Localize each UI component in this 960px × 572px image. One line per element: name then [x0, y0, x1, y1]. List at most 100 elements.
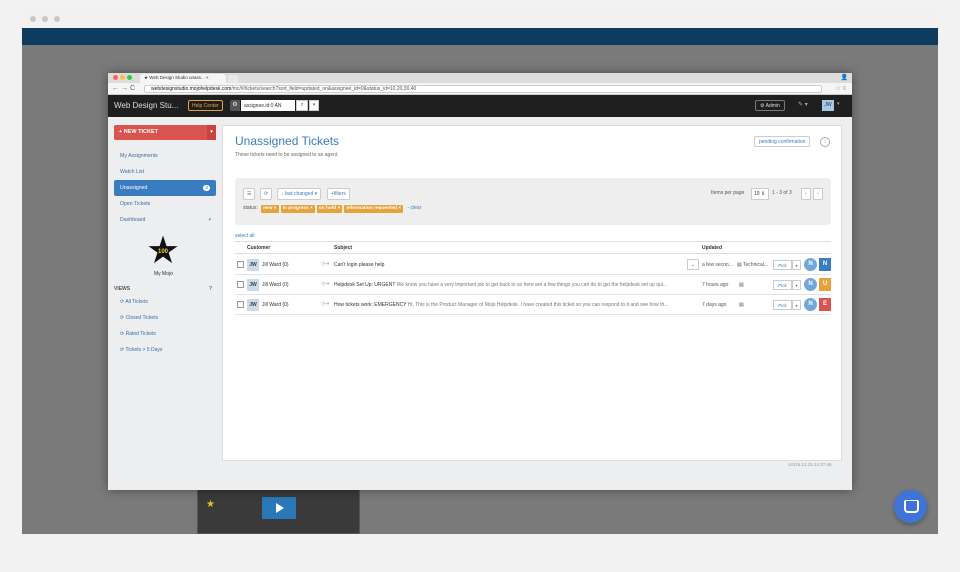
sidebar-item-unassigned[interactable]: Unassigned 3 [114, 180, 216, 196]
sidebar-item-open-tickets[interactable]: Open Tickets [114, 196, 216, 212]
sidebar-item-my-assignments[interactable]: My Assignments [114, 148, 216, 164]
help-center-button[interactable]: Help Center [188, 100, 223, 111]
table-row[interactable]: JW Jill Ward (0) ◷➔ How tickets work: EM… [235, 295, 831, 315]
chevron-down-icon[interactable]: ▾ [792, 280, 801, 290]
help-icon[interactable]: ? [209, 284, 212, 294]
status-tag-in-progress[interactable]: in progress × [280, 205, 315, 213]
address-bar[interactable]: webdesignstudio.mojohelpdesk.com/mc/#/ti… [144, 85, 822, 93]
main-panel: Unassigned Tickets These tickets need to… [222, 125, 842, 461]
view-rated-tickets[interactable]: ⟳ Rated Tickets [114, 326, 216, 342]
table-row[interactable]: JW Jill Ward (0) ◷➔ Helpdesk Set Up: URG… [235, 275, 831, 295]
add-filter-button[interactable]: +filters [327, 188, 350, 200]
reload-icon[interactable]: C [130, 85, 137, 92]
browser-tab-strip: ★ Web Design Studio unass... × 👤 [108, 73, 852, 83]
browser-user-icon[interactable]: 👤 [841, 74, 848, 81]
brand-name[interactable]: Web Design Stu... [114, 101, 178, 110]
admin-button[interactable]: ⚙ Admin [755, 100, 785, 111]
column-customer[interactable]: Customer [247, 245, 270, 251]
items-per-page-value: 10 [754, 191, 760, 197]
customer-name[interactable]: Jill Ward (0) [262, 282, 288, 288]
star-icon: ★ [206, 499, 215, 510]
chevron-down-icon[interactable]: ▾ [792, 300, 801, 310]
chevron-down-icon[interactable]: ⌄ [687, 259, 699, 270]
select-all-link[interactable]: select all [235, 233, 254, 239]
customer-avatar: JW [247, 279, 259, 291]
close-window-button[interactable] [113, 75, 118, 80]
assignee-avatar[interactable]: N [804, 298, 817, 311]
list-view-icon[interactable]: ☰ [243, 188, 256, 200]
version-label: v2015.12.15.14.37.46 [788, 462, 832, 467]
refresh-icon[interactable]: ⟳ [260, 188, 273, 200]
window-controls [113, 75, 134, 82]
info-icon[interactable]: i [820, 137, 830, 147]
view-label: Rated Tickets [125, 331, 156, 337]
row-checkbox[interactable] [237, 281, 244, 288]
subject-text: How tickets work: EMERGENCY [334, 302, 407, 308]
chat-icon[interactable] [894, 490, 927, 523]
ticket-subject[interactable]: Helpdesk Set Up: URGENT We know you have… [334, 282, 696, 288]
ticket-subject[interactable]: Can't login please help [334, 262, 684, 268]
ticket-subject[interactable]: How tickets work: EMERGENCY Hi, This is … [334, 302, 696, 308]
count-badge: 3 [203, 185, 210, 191]
url-host: webdesignstudio.mojohelpdesk.com [151, 86, 232, 92]
browser-toolbar: ←→C webdesignstudio.mojohelpdesk.com/mc/… [108, 83, 852, 95]
wrench-icon[interactable]: ✎ ▾ [798, 101, 808, 108]
tab-title: Web Design Studio unass... [149, 75, 205, 80]
gear-icon[interactable]: ⚙ [230, 100, 240, 111]
avatar[interactable]: JW [822, 100, 834, 111]
back-arrow-icon[interactable]: ← [112, 85, 121, 92]
app-header: Web Design Stu... Help Center ⚙ ⌕ ▾ ⚙ Ad… [108, 95, 852, 117]
browser-tab[interactable]: ★ Web Design Studio unass... × [140, 74, 226, 83]
calendar-icon: ▤ [739, 282, 744, 288]
row-checkbox[interactable] [237, 301, 244, 308]
chevron-down-icon[interactable]: ▾ [309, 100, 319, 111]
status-label: status: [243, 205, 258, 211]
status-tag-new[interactable]: new × [261, 205, 279, 213]
chevron-down-icon[interactable]: ▾ [207, 125, 216, 140]
sidebar-item-dashboard[interactable]: Dashboard ▾ [114, 212, 216, 228]
customer-name[interactable]: Jill Ward (0) [262, 262, 288, 268]
search-icon[interactable]: ⌕ [296, 100, 308, 111]
sidebar: + NEW TICKET ▾ My Assignments Watch List … [114, 125, 216, 358]
status-tag-information-requested[interactable]: information requested × [344, 205, 404, 213]
items-per-page-select[interactable]: 10 ⇕ [751, 188, 769, 200]
play-icon [262, 497, 296, 519]
assignee-avatar[interactable]: N [804, 278, 817, 291]
prev-page-button[interactable]: ‹ [801, 188, 811, 200]
next-page-button[interactable]: › [813, 188, 823, 200]
page-subtitle: These tickets need to be assigned to an … [235, 152, 339, 158]
sort-dropdown[interactable]: ↓ last changed ▾ [277, 188, 322, 200]
maximize-window-button[interactable] [127, 75, 132, 80]
view-closed-tickets[interactable]: ⟳ Closed Tickets [114, 310, 216, 326]
pick-button[interactable]: Pick [773, 260, 792, 270]
column-updated[interactable]: Updated [702, 245, 722, 251]
pick-button[interactable]: Pick [773, 300, 792, 310]
forward-arrow-icon[interactable]: → [121, 85, 130, 92]
table-header: Customer Subject Updated [235, 241, 831, 254]
column-subject[interactable]: Subject [334, 245, 352, 251]
nav-buttons[interactable]: ←→C [112, 85, 137, 92]
assignee-avatar[interactable]: N [804, 258, 817, 271]
pending-confirmation-button[interactable]: pending confirmation [754, 136, 811, 147]
subject-text: Helpdesk Set Up: URGENT [334, 282, 396, 288]
views-heading-label: VIEWS [114, 286, 131, 292]
minimize-window-button[interactable] [120, 75, 125, 80]
table-row[interactable]: JW Jill Ward (0) ◷➔ Can't login please h… [235, 255, 831, 275]
bookmark-star-icon[interactable]: ☆ ≡ [835, 85, 846, 92]
row-checkbox[interactable] [237, 261, 244, 268]
status-tag-on-hold[interactable]: on hold × [316, 205, 343, 213]
customer-name[interactable]: Jill Ward (0) [262, 302, 288, 308]
chevron-down-icon[interactable]: ▾ [792, 260, 801, 270]
category-label: Technical... [743, 262, 769, 268]
pick-button[interactable]: Pick [773, 280, 792, 290]
sidebar-item-watch-list[interactable]: Watch List [114, 164, 216, 180]
view-tickets-5-days[interactable]: ⟳ Tickets > 5 Days [114, 342, 216, 358]
new-tab-button[interactable] [228, 75, 238, 83]
customer-avatar: JW [247, 259, 259, 271]
clear-filters-link[interactable]: - clear [407, 205, 421, 211]
customer-avatar: JW [247, 299, 259, 311]
search-input[interactable] [241, 100, 295, 111]
chevron-down-icon[interactable]: ▾ [837, 101, 840, 107]
new-ticket-button[interactable]: + NEW TICKET ▾ [114, 125, 216, 140]
view-all-tickets[interactable]: ⟳ All Tickets [114, 294, 216, 310]
